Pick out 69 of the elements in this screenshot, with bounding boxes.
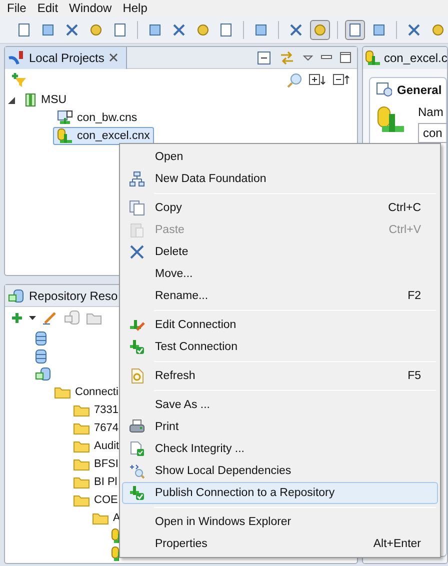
menu-item[interactable]: Save As ...	[122, 394, 438, 416]
tree-item[interactable]: MSU	[21, 92, 71, 108]
menu-bar-item[interactable]: Help	[118, 1, 154, 15]
menu-bar-item[interactable]: Window	[64, 1, 118, 15]
menu-item[interactable]: Delete	[122, 241, 438, 263]
connection-edit-icon	[129, 317, 145, 333]
folder-icon	[92, 512, 109, 524]
view-menu-icon[interactable]	[303, 54, 313, 60]
tree-item[interactable]: 7331	[94, 404, 118, 416]
tree-item[interactable]: BFSI	[94, 458, 118, 470]
tree-item[interactable]: 7674	[94, 422, 118, 434]
folder-icon	[73, 404, 90, 416]
menu-item[interactable]: Check Integrity ...	[122, 438, 438, 460]
toggle-button[interactable]	[310, 20, 330, 40]
menu-item[interactable]: Show Local Dependencies	[122, 460, 438, 482]
folder-icon	[54, 386, 71, 398]
swoosh-icon	[8, 50, 24, 66]
menu-item[interactable]: Copy Ctrl+C	[122, 197, 438, 219]
new-file-icon[interactable]	[16, 22, 32, 38]
menu-item[interactable]: Open	[122, 146, 438, 168]
maximize-icon[interactable]	[340, 52, 351, 63]
menu-item[interactable]: Edit Connection	[122, 314, 438, 336]
menu-item[interactable]: Publish Connection to a Repository	[122, 482, 438, 504]
folder-icon	[73, 440, 90, 452]
search-icon[interactable]	[287, 72, 303, 88]
repository-icon	[8, 288, 24, 302]
tree-item[interactable]: COE	[94, 494, 118, 506]
collapse-all-icon[interactable]	[333, 74, 351, 86]
folder-icon	[73, 494, 90, 506]
filter-add-icon[interactable]	[11, 72, 27, 88]
collapse-all-icon[interactable]	[257, 50, 271, 64]
layer-connection-icon	[57, 110, 73, 126]
menu-bar-item[interactable]: File	[2, 1, 32, 15]
menu-item[interactable]: Move...	[122, 263, 438, 285]
menu-item[interactable]: Refresh F5	[122, 365, 438, 387]
printer-icon	[129, 419, 145, 435]
expand-all-icon[interactable]	[309, 74, 327, 86]
dependencies-icon	[129, 463, 145, 479]
name-label: Nam	[418, 105, 444, 119]
project-icon	[25, 93, 37, 107]
form-icon	[376, 82, 392, 97]
diagram-icon	[129, 171, 145, 187]
connection-check-icon	[129, 485, 145, 501]
tree-item[interactable]: con_excel.cnx	[53, 127, 154, 145]
menu-item[interactable]: New Data Foundation	[122, 168, 438, 190]
folder-icon	[73, 422, 90, 434]
repository-icon	[35, 367, 51, 381]
tree-item[interactable]: Connecti	[75, 386, 118, 398]
tree-item[interactable]: Audit	[94, 440, 120, 452]
menu-item[interactable]: Test Connection	[122, 336, 438, 358]
menu-item[interactable]: Open in Windows Explorer	[122, 511, 438, 533]
folder-icon	[73, 476, 90, 488]
connection-check-icon	[129, 339, 145, 355]
toggle-button[interactable]	[345, 20, 366, 40]
tree-item[interactable]: con_bw.cns	[53, 109, 142, 127]
tree-item[interactable]: BI Pl	[94, 476, 118, 488]
pencil-icon[interactable]	[42, 311, 58, 325]
add-icon[interactable]	[11, 312, 23, 324]
menu-item[interactable]: Properties Alt+Enter	[122, 533, 438, 555]
close-icon[interactable]	[109, 53, 118, 62]
folder-icon	[73, 458, 90, 470]
minimize-icon[interactable]	[321, 55, 332, 60]
refresh-icon	[129, 368, 145, 384]
local-projects-tab[interactable]: Local Projects	[5, 46, 128, 68]
section-title: General	[397, 82, 442, 96]
menu-item[interactable]: Print	[122, 416, 438, 438]
tree-expander-icon[interactable]	[8, 96, 15, 104]
menu-bar-item[interactable]: Edit	[32, 1, 64, 15]
editor-tab[interactable]: con_excel.c	[363, 47, 447, 69]
